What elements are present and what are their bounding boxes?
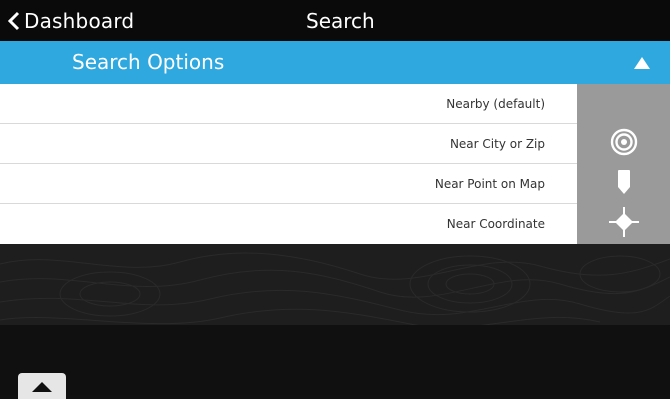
option-nearby[interactable]: Nearby (default): [0, 84, 670, 124]
page-title: Search: [306, 9, 375, 33]
option-near-coordinate[interactable]: Near Coordinate: [0, 203, 670, 244]
crosshair-icon: [608, 206, 640, 242]
search-options-title: Search Options: [72, 50, 225, 74]
option-label: Near Coordinate: [446, 217, 545, 231]
option-icon-panel: [577, 203, 670, 244]
triangle-up-icon[interactable]: [633, 55, 651, 74]
topographic-texture: [0, 252, 670, 325]
expand-button[interactable]: [18, 373, 66, 399]
top-bar: Dashboard Search: [0, 0, 670, 41]
back-button[interactable]: Dashboard: [8, 4, 134, 38]
chevron-left-icon: [8, 11, 20, 31]
back-button-label: Dashboard: [24, 9, 135, 33]
option-icon-panel: [577, 123, 670, 164]
map-background[interactable]: [0, 244, 670, 325]
bottom-panel: [0, 325, 670, 399]
option-label: Nearby (default): [446, 97, 545, 111]
map-pin-icon: [616, 168, 632, 200]
search-options-header[interactable]: Search Options: [0, 41, 670, 84]
option-near-point-on-map[interactable]: Near Point on Map: [0, 163, 670, 204]
option-label: Near Point on Map: [434, 177, 545, 191]
option-label: Near City or Zip: [449, 137, 545, 151]
search-options-list: Nearby (default) Near City or Zip Near P…: [0, 84, 670, 244]
option-near-city-or-zip[interactable]: Near City or Zip: [0, 123, 670, 164]
target-icon: [610, 128, 638, 160]
option-icon-panel: [577, 163, 670, 204]
option-icon-panel: [577, 84, 670, 124]
